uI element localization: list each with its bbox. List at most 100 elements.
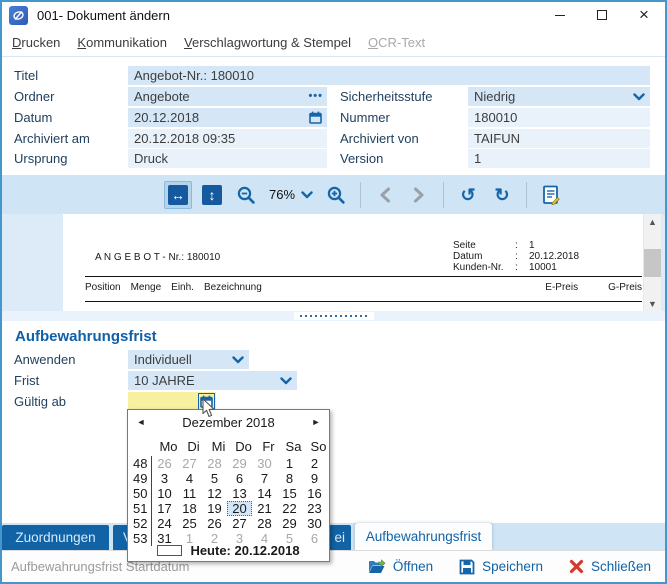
rotate-right-button[interactable]: ↻ <box>488 181 516 209</box>
calendar-day[interactable]: 30 <box>252 456 277 471</box>
calendar-day[interactable]: 30 <box>302 516 327 531</box>
anwenden-label: Anwenden <box>14 350 75 369</box>
next-page-button[interactable] <box>405 181 433 209</box>
calendar-weekday: Mi <box>206 439 231 454</box>
maximize-icon <box>597 10 607 20</box>
calendar-day[interactable]: 11 <box>177 486 202 501</box>
calendar-day[interactable]: 28 <box>252 516 277 531</box>
zoom-level-value: 76% <box>269 187 295 202</box>
menubar: Drucken Kommunikation Verschlagwortung & S… <box>2 28 665 56</box>
open-button[interactable]: Öffnen <box>368 559 433 575</box>
calendar-today-label[interactable]: Heute: 20.12.2018 <box>190 543 299 558</box>
calendar-day[interactable]: 21 <box>252 501 277 516</box>
calendar-day[interactable]: 13 <box>227 486 252 501</box>
fit-width-button[interactable]: ↔ <box>164 181 192 209</box>
titel-field[interactable]: Angebot-Nr.: 180010 <box>128 66 650 85</box>
frist-label: Frist <box>14 371 39 390</box>
calendar-day[interactable]: 22 <box>277 501 302 516</box>
chevron-down-icon[interactable] <box>633 93 645 101</box>
scrollbar-track[interactable] <box>644 229 661 296</box>
calendar-day[interactable]: 26 <box>202 516 227 531</box>
calendar-day[interactable]: 28 <box>202 456 227 471</box>
preview-scrollbar[interactable]: ▲ ▼ <box>644 214 661 311</box>
chevron-down-icon[interactable] <box>280 377 292 385</box>
ordner-field[interactable]: Angebote ••• <box>128 87 327 106</box>
zoom-out-icon <box>236 185 256 205</box>
calendar-day[interactable]: 23 <box>302 501 327 516</box>
calendar-day[interactable]: 29 <box>227 456 252 471</box>
calendar-day[interactable]: 19 <box>202 501 227 516</box>
menu-item-kommunikation[interactable]: Kommunikation <box>75 32 169 53</box>
menu-item-drucken[interactable]: Drucken <box>10 32 62 53</box>
calendar-day[interactable]: 24 <box>152 516 177 531</box>
calendar-day[interactable]: 5 <box>202 471 227 486</box>
calendar-icon[interactable] <box>309 111 322 124</box>
calendar-popup: ◄ Dezember 2018 ► MoDiMiDoFrSaSo 4826272… <box>127 409 330 562</box>
calendar-next-month-button[interactable]: ► <box>303 417 329 427</box>
zoom-in-button[interactable] <box>322 181 350 209</box>
calendar-day[interactable]: 9 <box>302 471 327 486</box>
next-page-icon <box>413 187 425 203</box>
scroll-up-icon[interactable]: ▲ <box>644 214 661 229</box>
retention-heading: Aufbewahrungsfrist <box>15 328 157 345</box>
calendar-day[interactable]: 14 <box>252 486 277 501</box>
calendar-day[interactable]: 1 <box>277 456 302 471</box>
scroll-down-icon[interactable]: ▼ <box>644 296 661 311</box>
calendar-day[interactable]: 26 <box>152 456 177 471</box>
calendar-day[interactable]: 7 <box>252 471 277 486</box>
calendar-day[interactable]: 8 <box>277 471 302 486</box>
calendar-footer[interactable]: Heute: 20.12.2018 <box>128 543 329 558</box>
calendar-day[interactable]: 29 <box>277 516 302 531</box>
calendar-week-number: 49 <box>133 471 152 486</box>
anwenden-select[interactable]: Individuell <box>128 350 249 369</box>
previous-page-button[interactable] <box>371 181 399 209</box>
maximize-button[interactable] <box>581 2 623 28</box>
ocr-document-button[interactable] <box>537 181 565 209</box>
zoom-out-button[interactable] <box>232 181 260 209</box>
chevron-down-icon[interactable] <box>232 356 244 364</box>
nummer-field: 180010 <box>468 108 650 127</box>
close-button[interactable]: × <box>623 2 665 28</box>
retention-section: Aufbewahrungsfrist Anwenden Individuell … <box>2 321 665 523</box>
calendar-day[interactable]: 2 <box>302 456 327 471</box>
ordner-browse-button[interactable]: ••• <box>308 87 323 106</box>
minimize-button[interactable] <box>539 2 581 28</box>
sicherheitsstufe-select[interactable]: Niedrig <box>468 87 650 106</box>
calendar-day[interactable]: 6 <box>227 471 252 486</box>
calendar-day[interactable]: 10 <box>152 486 177 501</box>
calendar-day[interactable]: 3 <box>152 471 177 486</box>
datum-field[interactable]: 20.12.2018 <box>128 108 327 127</box>
calendar-weekday: So <box>306 439 331 454</box>
calendar-day[interactable]: 27 <box>227 516 252 531</box>
minimize-icon <box>555 15 565 16</box>
sicherheitsstufe-label: Sicherheitsstufe <box>340 87 433 106</box>
calendar-day[interactable]: 12 <box>202 486 227 501</box>
document-divider <box>85 276 642 277</box>
gueltig-ab-calendar-button[interactable] <box>198 393 215 410</box>
zoom-level-dropdown[interactable]: 76% <box>269 187 313 202</box>
archiviert-von-label: Archiviert von <box>340 129 419 148</box>
save-button[interactable]: Speichern <box>459 559 543 575</box>
calendar-day[interactable]: 18 <box>177 501 202 516</box>
calendar-day[interactable]: 16 <box>302 486 327 501</box>
rotate-left-button[interactable]: ↺ <box>454 181 482 209</box>
archiviert-am-field: 20.12.2018 09:35 <box>128 129 327 148</box>
calendar-day[interactable]: 15 <box>277 486 302 501</box>
calendar-day-selected[interactable]: 20 <box>227 501 252 516</box>
scrollbar-thumb[interactable] <box>644 249 661 277</box>
document-divider <box>85 301 642 302</box>
fit-height-button[interactable]: ↕ <box>198 181 226 209</box>
menu-item-verschlagwortung-stempel[interactable]: Verschlagwortung & Stempel <box>182 32 353 53</box>
tab-zuordnungen[interactable]: Zuordnungen <box>2 525 109 550</box>
calendar-prev-month-button[interactable]: ◄ <box>128 417 154 427</box>
tab-aufbewahrungsfrist[interactable]: Aufbewahrungsfrist <box>355 523 492 550</box>
calendar-day[interactable]: 17 <box>152 501 177 516</box>
calendar-day[interactable]: 27 <box>177 456 202 471</box>
calendar-day[interactable]: 25 <box>177 516 202 531</box>
titlebar: 001- Dokument ändern × <box>2 2 665 28</box>
menu-item-ocr-text[interactable]: OCR-Text <box>366 32 427 53</box>
calendar-day[interactable]: 4 <box>177 471 202 486</box>
frist-select[interactable]: 10 JAHRE <box>128 371 297 390</box>
splitter-grip[interactable] <box>294 312 374 320</box>
close-dialog-button[interactable]: Schließen <box>569 559 651 574</box>
